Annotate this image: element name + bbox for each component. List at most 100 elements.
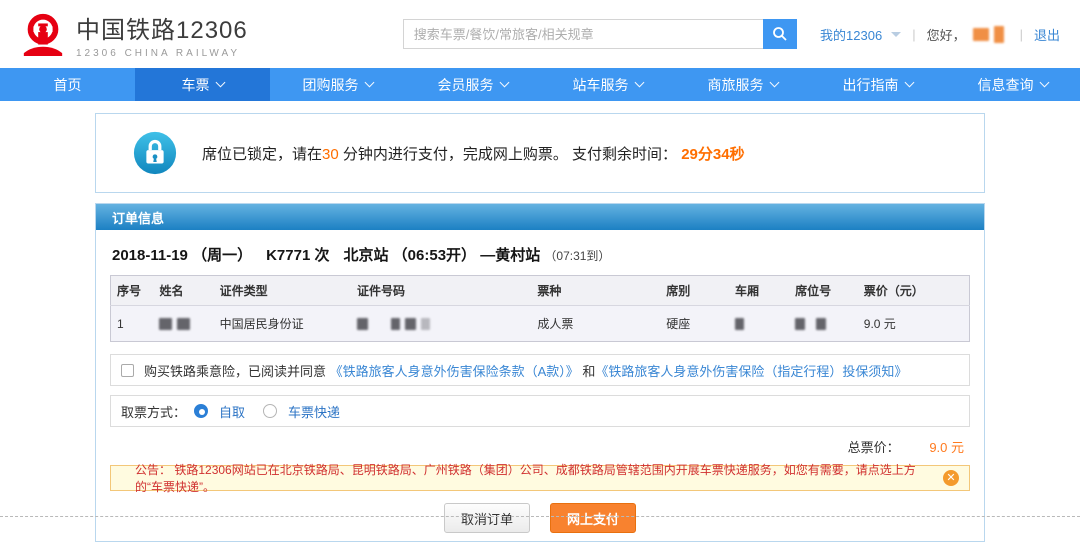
route-dash: — — [480, 247, 496, 264]
insurance-text-before: 购买铁路乘意险，已阅读并同意 — [144, 363, 330, 379]
lock-text-before: 席位已锁定，请在 — [202, 145, 323, 163]
chevron-down-icon[interactable] — [891, 31, 902, 37]
pickup-label: 取票方式： — [121, 404, 187, 420]
header-search — [402, 19, 797, 49]
cell-seat-no-redacted — [789, 305, 858, 342]
nav-item-home[interactable]: 首页 — [0, 68, 135, 101]
train-info-line: 2018-11-19 （周一） K7771 次北京站 （06:53开） —黄村站 … — [110, 240, 970, 275]
nav-label: 信息查询 — [977, 76, 1034, 93]
col-name: 姓名 — [153, 275, 214, 306]
lock-text-middle: 分钟内进行支付，完成网上购票。 支付剩余时间： — [338, 145, 678, 163]
top-header: 中国铁路12306 12306 CHINA RAILWAY 我的12306 | … — [0, 0, 1080, 68]
nav-item-station-services[interactable]: 站车服务 — [540, 68, 675, 101]
pay-online-button[interactable]: 网上支付 — [550, 503, 637, 533]
logo-title: 中国铁路12306 — [76, 16, 248, 44]
search-input[interactable] — [402, 19, 763, 49]
pickup-radio-express[interactable] — [263, 404, 278, 418]
to-station: 黄村站 — [495, 247, 541, 264]
insurance-agreement-box: 购买铁路乘意险，已阅读并同意 《铁路旅客人身意外伤害保险条款（A款）》 和《铁路… — [110, 354, 970, 386]
china-railway-emblem-icon — [23, 13, 63, 57]
col-id-number: 证件号码 — [351, 275, 532, 306]
seat-locked-notice: 席位已锁定，请在30 分钟内进行支付，完成网上购票。 支付剩余时间： 29分34… — [95, 113, 985, 193]
cell-carriage-redacted — [728, 305, 790, 342]
user-area: 我的12306 | 您好， | 退出 — [820, 25, 1060, 44]
col-seat-no: 席位号 — [789, 275, 858, 306]
col-seq: 序号 — [110, 275, 154, 306]
nav-label: 团购服务 — [302, 76, 359, 93]
train-weekday: （周一） — [192, 247, 253, 264]
payment-countdown: 29分34秒 — [681, 145, 745, 163]
pickup-option-express[interactable]: 车票快递 — [288, 402, 340, 421]
announcement-body: 铁路12306网站已在北京铁路局、昆明铁路局、广州铁路（集团）公司、成都铁路局管… — [135, 463, 916, 494]
my-12306-link[interactable]: 我的12306 — [820, 25, 882, 44]
nav-label: 会员服务 — [437, 76, 494, 93]
nav-label: 商旅服务 — [707, 76, 764, 93]
nav-label: 站车服务 — [572, 76, 629, 93]
nav-item-member-services[interactable]: 会员服务 — [405, 68, 540, 101]
logout-link[interactable]: 退出 — [1034, 25, 1060, 44]
bottom-dashed-divider — [0, 516, 1080, 517]
insurance-notice-link[interactable]: 《铁路旅客人身意外伤害保险（指定行程）投保须知》 — [595, 364, 907, 379]
table-row: 1 中国居民身份证 成人票 硬座 9.0 元 — [110, 305, 970, 342]
cell-id-type: 中国居民身份证 — [213, 305, 351, 342]
nav-item-info-query[interactable]: 信息查询 — [945, 68, 1080, 101]
site-logo[interactable]: 中国铁路12306 12306 CHINA RAILWAY — [20, 10, 248, 59]
main-nav: 首页 车票 团购服务 会员服务 站车服务 商旅服务 出行指南 信息查询 — [0, 68, 1080, 101]
logo-subtitle: 12306 CHINA RAILWAY — [76, 47, 241, 59]
close-icon[interactable]: ✕ — [943, 470, 959, 486]
nav-label: 车票 — [181, 76, 210, 93]
insurance-checkbox[interactable] — [121, 363, 134, 377]
chevron-down-icon — [364, 77, 374, 88]
pickup-radio-self[interactable] — [194, 404, 209, 418]
nav-item-tickets[interactable]: 车票 — [135, 68, 270, 101]
order-body: 2018-11-19 （周一） K7771 次北京站 （06:53开） —黄村站 … — [96, 230, 984, 541]
announcement-banner: 公告： 铁路12306网站已在北京铁路局、昆明铁路局、广州铁路（集团）公司、成都… — [110, 463, 970, 494]
page-content: 席位已锁定，请在30 分钟内进行支付，完成网上购票。 支付剩余时间： 29分34… — [95, 113, 985, 542]
nav-item-group-services[interactable]: 团购服务 — [270, 68, 405, 101]
col-price: 票价（元） — [857, 275, 970, 306]
total-price-line: 总票价： 9.0 元 — [110, 427, 970, 465]
pickup-option-self[interactable]: 自取 — [219, 402, 245, 421]
divider: | — [912, 26, 916, 42]
lock-icon — [133, 131, 177, 175]
search-button[interactable] — [762, 19, 797, 49]
cell-price: 9.0 元 — [857, 305, 970, 342]
lock-notice-text: 席位已锁定，请在30 分钟内进行支付，完成网上购票。 支付剩余时间： 29分34… — [202, 143, 745, 164]
train-suffix: 次 — [314, 247, 330, 264]
logo-text: 中国铁路12306 12306 CHINA RAILWAY — [76, 10, 248, 59]
nav-item-business-travel[interactable]: 商旅服务 — [675, 68, 810, 101]
col-carriage: 车厢 — [728, 275, 790, 306]
nav-item-travel-guide[interactable]: 出行指南 — [810, 68, 945, 101]
cell-id-number-redacted — [351, 305, 532, 342]
cell-seq: 1 — [110, 305, 154, 342]
action-buttons: 取消订单 网上支付 — [110, 503, 970, 533]
redacted-username — [972, 25, 1009, 43]
nav-label: 出行指南 — [842, 76, 899, 93]
chevron-down-icon — [769, 77, 779, 88]
chevron-down-icon — [499, 77, 509, 88]
col-seat-class: 席别 — [660, 275, 729, 306]
search-icon — [772, 27, 787, 41]
cell-seat-class: 硬座 — [660, 305, 729, 342]
divider: | — [1019, 26, 1023, 42]
insurance-terms-link[interactable]: 《铁路旅客人身意外伤害保险条款（A款）》 — [330, 364, 579, 379]
total-price-value: 9.0 元 — [929, 440, 964, 455]
pickup-method-box: 取票方式： 自取 车票快递 — [110, 395, 970, 427]
order-section-title: 订单信息 — [96, 204, 984, 230]
arrive-time: （07:31到） — [544, 249, 611, 263]
table-header-row: 序号 姓名 证件类型 证件号码 票种 席别 车厢 席位号 票价（元） — [110, 275, 970, 306]
insurance-conjunction: 和 — [578, 363, 596, 379]
announcement-text: 公告： 铁路12306网站已在北京铁路局、昆明铁路局、广州铁路（集团）公司、成都… — [135, 461, 935, 495]
order-info-section: 订单信息 2018-11-19 （周一） K7771 次北京站 （06:53开） … — [95, 203, 985, 542]
insurance-text: 购买铁路乘意险，已阅读并同意 《铁路旅客人身意外伤害保险条款（A款）》 和《铁路… — [144, 361, 907, 380]
chevron-down-icon — [1039, 77, 1049, 88]
chevron-down-icon — [634, 77, 644, 88]
chevron-down-icon — [904, 77, 914, 88]
train-date: 2018-11-19 — [112, 247, 188, 264]
col-id-type: 证件类型 — [213, 275, 351, 306]
greeting-label: 您好， — [926, 27, 966, 43]
chevron-down-icon — [215, 77, 225, 88]
train-number: K7771 — [266, 247, 311, 264]
cancel-order-button[interactable]: 取消订单 — [443, 503, 530, 533]
total-price-label: 总票价： — [847, 440, 900, 455]
